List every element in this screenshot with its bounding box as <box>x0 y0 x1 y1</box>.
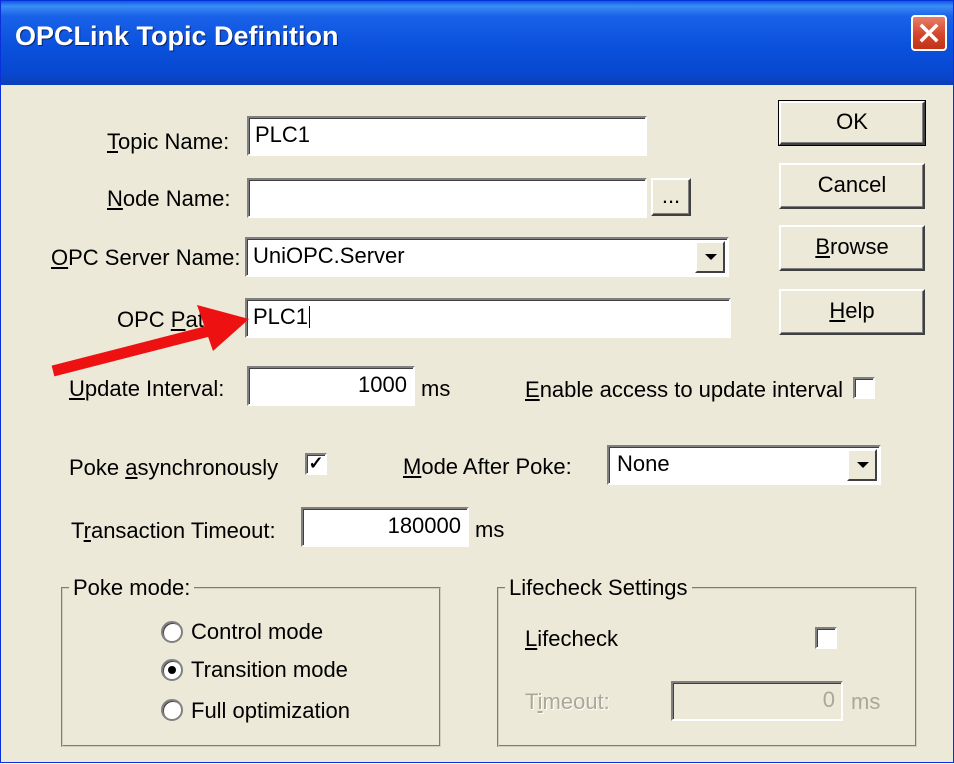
window-title: OPCLink Topic Definition <box>15 21 339 51</box>
lifecheck-checkbox[interactable] <box>815 627 837 649</box>
control-mode-radio[interactable] <box>161 621 183 643</box>
node-name-browse-button[interactable]: ... <box>651 178 691 216</box>
opc-server-dropdown-button[interactable] <box>695 241 725 273</box>
transition-mode-radio[interactable] <box>161 659 183 681</box>
transaction-timeout-input[interactable]: 180000 <box>301 507 469 547</box>
lifecheck-timeout-input[interactable]: 0 <box>671 681 843 721</box>
close-button[interactable] <box>911 15 947 51</box>
browse-button[interactable]: Browse <box>779 225 925 271</box>
opc-path-input[interactable]: PLC1 <box>245 298 731 338</box>
mode-after-poke-combobox[interactable]: None <box>607 445 881 485</box>
lifecheck-timeout-label: Timeout: <box>525 689 610 714</box>
cancel-button[interactable]: Cancel <box>779 163 925 209</box>
dialog-body: Topic Name: PLC1 Node Name: ... OPC Serv… <box>1 85 953 762</box>
poke-async-label: Poke asynchronously <box>69 455 279 480</box>
chevron-down-icon <box>705 254 717 260</box>
radio-selected-dot <box>168 666 176 674</box>
enable-access-checkbox[interactable] <box>853 377 875 399</box>
ok-button[interactable]: OK <box>778 100 926 146</box>
update-interval-input[interactable]: 1000 <box>247 366 415 406</box>
opc-path-label: OPC Path: <box>117 307 223 332</box>
opc-server-name-combobox[interactable]: UniOPC.Server <box>245 237 729 277</box>
mode-after-poke-label: Mode After Poke: <box>403 454 572 479</box>
node-name-label: Node Name: <box>107 186 231 211</box>
title-bar[interactable]: OPCLink Topic Definition <box>1 1 953 85</box>
update-interval-unit: ms <box>421 376 451 401</box>
lifecheck-title: Lifecheck Settings <box>505 575 692 601</box>
update-interval-label: Update Interval: <box>69 376 225 401</box>
help-button[interactable]: Help <box>779 289 925 335</box>
full-optimization-radio[interactable] <box>161 699 183 721</box>
lifecheck-timeout-unit: ms <box>851 689 881 714</box>
close-icon <box>919 23 939 43</box>
transaction-timeout-label: Transaction Timeout: <box>71 518 276 543</box>
transition-mode-label: Transition mode <box>191 657 348 682</box>
node-name-input[interactable] <box>247 178 647 218</box>
dialog-window: OPCLink Topic Definition Topic Name: PLC… <box>0 0 954 763</box>
enable-access-label: Enable access to update interval <box>525 377 843 402</box>
mode-after-poke-dropdown-button[interactable] <box>847 449 877 481</box>
transaction-timeout-unit: ms <box>475 517 505 542</box>
text-cursor <box>309 306 311 328</box>
poke-async-checkbox[interactable]: ✓ <box>305 453 327 475</box>
chevron-down-icon <box>857 462 869 468</box>
poke-mode-title: Poke mode: <box>69 575 195 601</box>
opc-server-name-label: OPC Server Name: <box>51 245 241 270</box>
control-mode-label: Control mode <box>191 619 324 644</box>
full-optimization-label: Full optimization <box>191 698 350 723</box>
lifecheck-group: Lifecheck Settings <box>497 575 917 747</box>
checkmark-icon: ✓ <box>308 453 324 473</box>
lifecheck-label: Lifecheck <box>525 626 618 651</box>
topic-name-label: Topic Name: <box>107 129 230 154</box>
topic-name-input[interactable]: PLC1 <box>247 116 647 156</box>
